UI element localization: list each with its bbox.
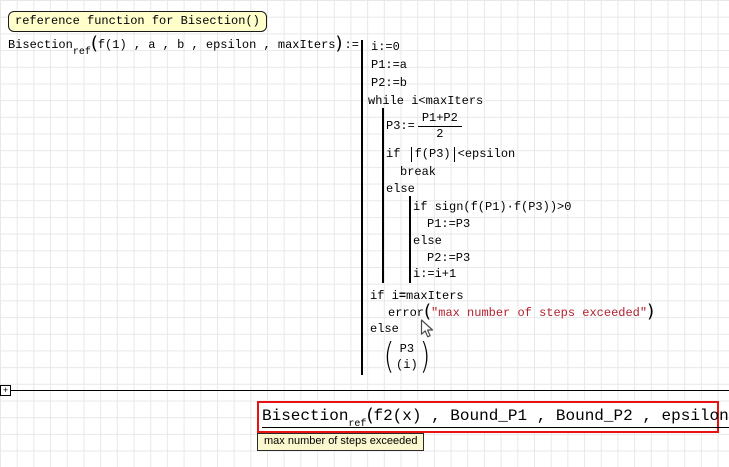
- program-bar-while-body: [382, 108, 384, 283]
- program-line-else2: else: [413, 234, 442, 249]
- result-function-name: Bisection: [262, 407, 348, 425]
- program-line-init-p1: P1:=a: [371, 58, 407, 73]
- error-function: error: [388, 306, 424, 321]
- open-paren: (: [91, 39, 98, 49]
- mouse-cursor-icon: [420, 319, 434, 344]
- epsilon-compare: <epsilon: [458, 147, 516, 162]
- absolute-value: f(P3): [411, 147, 455, 162]
- bisection-definition-region[interactable]: Bisectionref(f(1) , a , b , epsilon , ma…: [8, 38, 359, 54]
- error-open-paren: (: [424, 307, 431, 317]
- fraction-numerator: P1+P2: [418, 111, 462, 126]
- vector-row-i: (i): [396, 357, 418, 373]
- expression-underlined: Bisectionref(f2(x) , Bound_P1 , Bound_P2…: [262, 407, 729, 428]
- result-args: f2(x) , Bound_P1 , Bound_P2 , epsilon , …: [373, 407, 729, 425]
- mathcad-worksheet[interactable]: reference function for Bisection() Bisec…: [0, 0, 729, 467]
- vector-column: P3 (i): [396, 341, 418, 373]
- assign-operator: :=: [345, 38, 359, 53]
- program-line-while: while i<maxIters: [368, 94, 483, 109]
- fraction: P1+P2 2: [418, 111, 462, 142]
- text-region-note[interactable]: reference function for Bisection(): [8, 11, 267, 32]
- program-bar-inner-if: [409, 196, 411, 283]
- error-close-paren: ): [647, 307, 654, 317]
- program-line-if-maxiters: if i=maxIters: [370, 289, 464, 304]
- boolean-equals: =: [399, 289, 406, 304]
- function-subscript: ref: [73, 45, 91, 60]
- result-function-subscript: ref: [348, 419, 366, 430]
- program-line-init-p2: P2:=b: [371, 76, 407, 91]
- program-line-p1-p3: P1:=P3: [427, 217, 470, 232]
- error-string: "max number of steps exceeded": [431, 306, 647, 321]
- if-i-text: if i: [370, 289, 399, 304]
- function-name: Bisection: [8, 38, 73, 53]
- vector-open-paren: (: [384, 337, 395, 377]
- error-tooltip: max number of steps exceeded: [257, 433, 424, 451]
- fraction-denominator: 2: [418, 126, 462, 142]
- vector-row-p3: P3: [400, 341, 414, 357]
- program-line-p3-assign: P3:= P1+P2 2: [386, 111, 462, 142]
- program-line-p2-p3: P2:=P3: [427, 251, 470, 266]
- program-line-if-abs: if f(P3) <epsilon: [386, 147, 515, 162]
- if-keyword: if: [386, 147, 408, 162]
- function-args: f(1) , a , b , epsilon , maxIters: [98, 38, 336, 53]
- program-line-break: break: [400, 165, 436, 180]
- program-line-incr: i:=i+1: [413, 267, 456, 282]
- result-open-paren: (: [366, 411, 373, 421]
- close-paren: ): [336, 39, 343, 49]
- program-line-init-i: i:=0: [371, 40, 400, 55]
- page-break-line: [11, 390, 729, 391]
- program-line-else3: else: [370, 322, 399, 337]
- program-line-else1: else: [386, 182, 415, 197]
- maxiters-text: maxIters: [406, 289, 464, 304]
- program-line-if-sign: if sign(f(P1)·f(P3))>0: [413, 200, 571, 215]
- page-break-handle[interactable]: +: [0, 385, 11, 396]
- program-bar-main: [361, 40, 363, 375]
- p3-lhs: P3:=: [386, 119, 415, 134]
- bisection-call-region-error[interactable]: Bisectionref(f2(x) , Bound_P1 , Bound_P2…: [257, 401, 719, 433]
